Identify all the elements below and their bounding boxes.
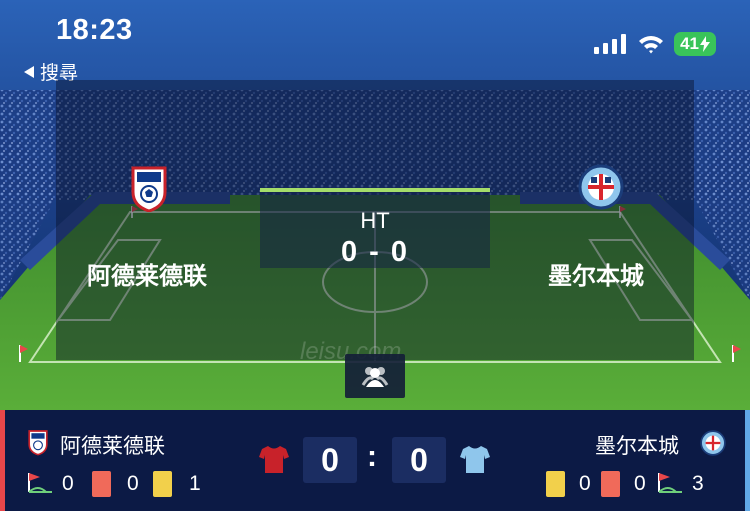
score-separator: :	[367, 440, 377, 473]
home-yellow-cards: 1	[189, 472, 201, 495]
wifi-icon	[639, 36, 664, 54]
corner-flag-icon	[28, 473, 52, 493]
match-score: 0 - 0	[340, 236, 410, 268]
away-team-logo	[578, 164, 624, 210]
home-kit-icon	[259, 446, 289, 473]
match-stats-bar: 阿德莱德联 0 0 1 0 : 0 墨尔本城 0 0 3	[0, 410, 750, 511]
players-icon	[361, 367, 389, 387]
home-red-card-icon	[92, 471, 111, 497]
home-team-name: 阿德莱德联	[87, 263, 207, 290]
home-team-logo-small	[28, 430, 48, 456]
status-icons: 41	[594, 32, 716, 56]
away-team-logo-small	[700, 430, 726, 456]
away-score: 0	[392, 437, 446, 483]
home-team-logo	[131, 166, 167, 212]
battery-level: 41	[680, 34, 699, 53]
away-yellow-cards: 0	[579, 472, 591, 495]
charging-bolt-icon	[700, 36, 710, 52]
match-header: 18:23 搜尋 41 阿德莱德联 墨尔本城 HT 0 - 0 leisu.co…	[0, 0, 750, 410]
cellular-signal-icon	[594, 34, 627, 54]
away-kit-icon	[460, 446, 490, 473]
home-team-name-small: 阿德莱德联	[60, 435, 165, 458]
home-score: 0	[303, 437, 357, 483]
away-corners: 3	[692, 472, 704, 495]
away-red-card-icon	[601, 471, 620, 497]
score-center-box: HT 0 - 0	[260, 188, 490, 268]
home-red-cards: 0	[127, 472, 139, 495]
back-arrow-icon	[24, 65, 34, 78]
corner-flag-icon	[658, 473, 682, 493]
match-status: HT	[360, 208, 390, 233]
away-red-cards: 0	[634, 472, 646, 495]
away-stats-row: 0 0 3	[546, 470, 704, 498]
battery-indicator: 41	[674, 32, 716, 56]
lineup-button[interactable]	[345, 354, 405, 398]
away-accent-bar	[745, 410, 750, 511]
home-stats-row: 0 0 1	[26, 470, 201, 498]
home-accent-bar	[0, 410, 5, 511]
score-panel: 阿德莱德联 墨尔本城 HT 0 - 0 leisu.com	[56, 80, 694, 365]
away-yellow-card-icon	[546, 471, 565, 497]
status-time: 18:23	[56, 14, 133, 46]
home-corners: 0	[62, 472, 74, 495]
away-team-name-small: 墨尔本城	[595, 435, 679, 458]
home-yellow-card-icon	[153, 471, 172, 497]
away-team-name: 墨尔本城	[548, 263, 644, 290]
